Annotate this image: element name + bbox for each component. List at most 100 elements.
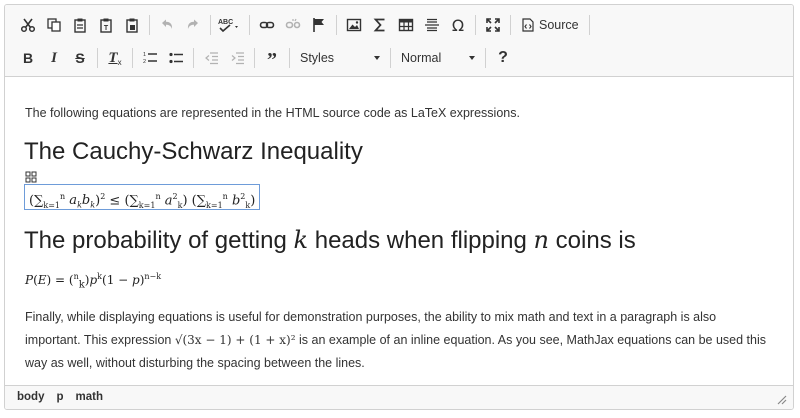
bulleted-list-button[interactable] [163,45,189,71]
path-item-math[interactable]: math [76,391,103,403]
image-icon [346,18,362,32]
bulleted-list-icon [169,52,183,64]
path-item-p[interactable]: p [56,391,63,403]
numbered-list-button[interactable]: 12 [137,45,163,71]
indent-button[interactable] [224,45,250,71]
redo-icon [187,19,198,29]
bold-button[interactable]: B [15,45,41,71]
toolbar-separator [390,48,391,68]
numbered-list-icon: 12 [143,52,157,65]
strikethrough-button[interactable]: S [67,45,93,71]
svg-text:T: T [104,25,109,32]
paste-text-button[interactable]: T [93,12,119,38]
undo-button[interactable] [154,12,180,38]
inline-math-paragraph: Finally, while displaying equations is u… [25,306,775,375]
spellcheck-button[interactable]: ABC [215,12,245,38]
drag-handle-icon[interactable] [25,171,37,183]
source-icon [522,18,534,32]
outdent-icon [205,52,218,65]
image-button[interactable] [341,12,367,38]
toolbar-separator [97,48,98,68]
toolbar-row-1: T ABC Ω Source [15,11,594,39]
paste-button[interactable] [67,12,93,38]
link-icon [259,21,275,29]
heading-probability-text: heads when flipping [308,227,534,254]
intro-paragraph: The following equations are represented … [25,106,520,120]
svg-text:ABC: ABC [218,19,233,26]
omega-icon: Ω [452,17,464,33]
chevron-down-icon [469,56,475,60]
clipboard-word-icon [126,18,138,33]
svg-text:2: 2 [143,59,146,65]
math-binomial-probability[interactable]: P(E) = (nk)pk(1 − p)n−k [25,272,161,290]
toolbar-separator [132,48,133,68]
toolbar-separator [149,15,150,35]
horizontal-rule-button[interactable] [419,12,445,38]
svg-text:Ω: Ω [452,17,464,33]
toolbar-separator [210,15,211,35]
rich-text-editor: T ABC Ω Source B I S T x 1 2 ” Styles No… [4,4,794,410]
toolbar-separator [588,15,590,35]
heading-probability-k: k [293,226,309,254]
toolbar-separator [249,15,250,35]
source-button[interactable]: Source [515,12,585,38]
toolbar-separator [193,48,194,68]
format-dropdown[interactable]: Normal [395,47,481,69]
chevron-down-icon [374,56,380,60]
math-button[interactable] [367,12,393,38]
editor-content[interactable]: The following equations are represented … [5,78,793,386]
styles-dropdown[interactable]: Styles [294,47,386,69]
sigma-icon [373,18,385,32]
toolbar-separator [485,48,486,68]
horizontal-rule-icon [425,18,439,32]
toolbar-separator [510,15,511,35]
redo-button[interactable] [180,12,206,38]
flag-icon [313,18,324,32]
toolbar-separator [254,48,255,68]
element-path: body p math [17,391,115,403]
special-char-button[interactable]: Ω [445,12,471,38]
inline-math-expression[interactable]: √(3x − 1) + (1 + x)² [175,333,296,347]
table-icon [398,18,414,32]
toolbar-separator [289,48,290,68]
link-button[interactable] [254,12,280,38]
help-button[interactable]: ? [490,45,516,71]
heading-probability-n: n [533,226,550,254]
resize-handle-icon[interactable] [775,393,787,405]
paste-word-button[interactable] [119,12,145,38]
unlink-button[interactable] [280,12,306,38]
strikethrough-icon: S [75,50,85,66]
remove-format-icon: T [108,49,118,66]
italic-button[interactable]: I [41,45,67,71]
help-icon: ? [498,49,508,66]
math-widget-cauchy-schwarz[interactable]: (∑k=1n akbk)2 ≤ (∑k=1n a2k) (∑k=1n b2k) [24,184,261,210]
outdent-button[interactable] [198,45,224,71]
maximize-button[interactable] [480,12,506,38]
copy-button[interactable] [41,12,67,38]
path-item-body[interactable]: body [17,391,44,403]
unlink-icon [285,18,301,29]
editor-toolbar: T ABC Ω Source B I S T x 1 2 ” Styles No… [5,5,793,77]
source-label: Source [539,18,579,32]
remove-format-button[interactable]: Tx [102,45,128,71]
heading-probability: The probability of getting k heads when … [24,226,636,255]
cut-button[interactable] [15,12,41,38]
svg-text:1: 1 [143,52,146,58]
undo-icon [162,19,173,29]
quote-icon: ” [267,50,277,66]
scissors-icon [20,18,36,33]
indent-icon [231,52,244,65]
toolbar-separator [336,15,337,35]
clipboard-icon [74,18,86,33]
heading-cauchy-schwarz: The Cauchy-Schwarz Inequality [24,138,363,165]
styles-label: Styles [300,51,335,65]
format-label: Normal [401,51,442,65]
clipboard-text-icon: T [100,18,112,33]
toolbar-separator [475,15,476,35]
table-button[interactable] [393,12,419,38]
maximize-icon [486,18,500,32]
copy-icon [47,18,61,32]
heading-probability-text: The probability of getting [24,227,294,254]
anchor-button[interactable] [306,12,332,38]
blockquote-button[interactable]: ” [259,45,285,71]
